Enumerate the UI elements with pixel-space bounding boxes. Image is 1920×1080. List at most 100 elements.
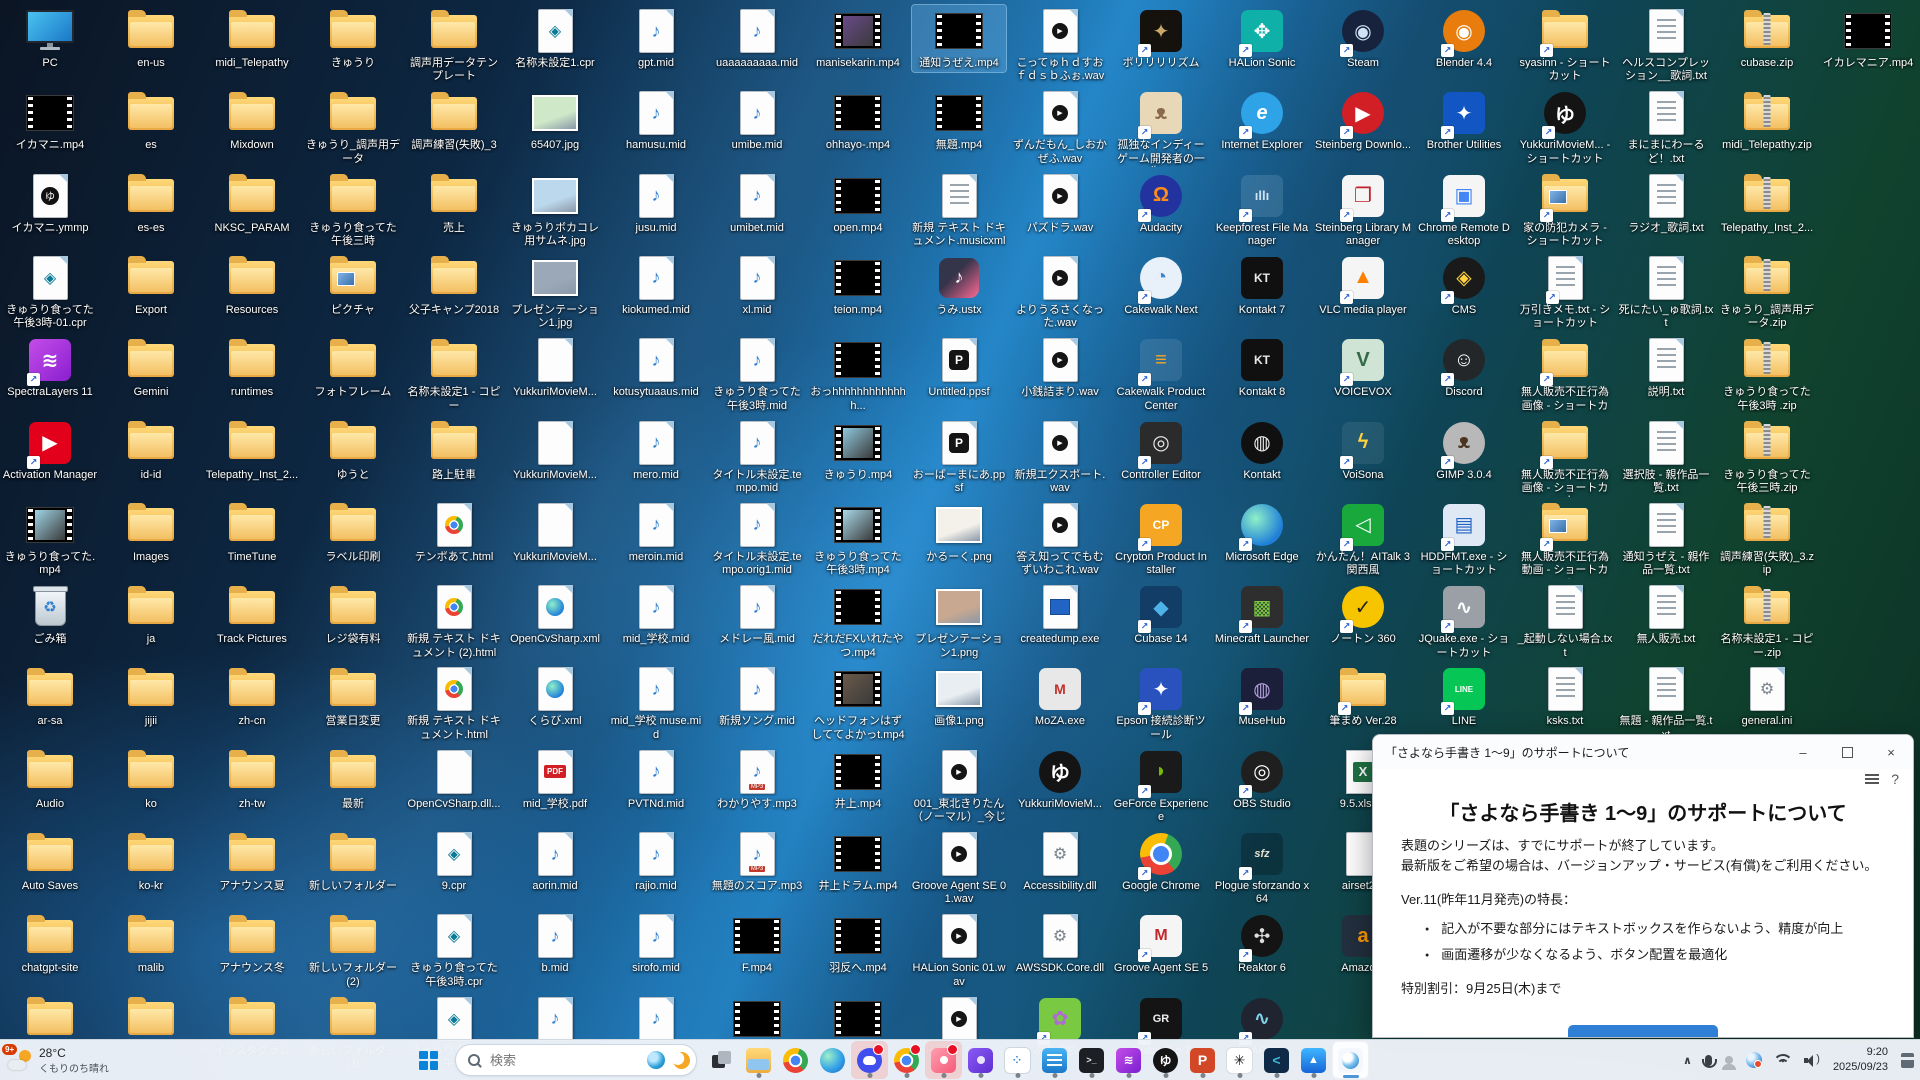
desktop-icon[interactable]: e↗Internet Explorer (1215, 87, 1309, 154)
desktop-icon[interactable]: 売上 (407, 170, 501, 237)
close-button[interactable]: × (1869, 735, 1913, 769)
taskbar-app-file-explorer[interactable] (740, 1041, 777, 1079)
desktop-icon[interactable]: ar-sa (3, 663, 97, 730)
desktop-icon[interactable]: ◎↗Controller Editor (1114, 417, 1208, 484)
desktop-icon[interactable]: ▶小銭詰まり.wav (1013, 334, 1107, 401)
desktop-icon[interactable]: ◉↗Blender 4.4 (1417, 5, 1511, 72)
desktop-icon[interactable]: ♪sirofo.mid (609, 910, 703, 977)
copilot-sphere-icon[interactable] (1746, 1052, 1762, 1068)
desktop-icon[interactable]: ♪meroin.mid (609, 499, 703, 566)
desktop-icon[interactable]: 名称未設定1 - コピー.zip (1720, 581, 1814, 662)
desktop-icon[interactable]: ♪b.mid (508, 910, 602, 977)
taskbar-app-chrome[interactable] (777, 1041, 814, 1079)
desktop-icon[interactable]: chatgpt-site (3, 910, 97, 977)
desktop-icon[interactable]: ja (104, 581, 198, 648)
desktop-icon[interactable]: ✥↗HALion Sonic (1215, 5, 1309, 72)
desktop-icon[interactable]: createdump.exe (1013, 581, 1107, 648)
desktop-icon[interactable]: 無題 - 親作品一覧.txt (1619, 663, 1713, 744)
desktop-icon[interactable]: ♪メドレー風.mid (710, 581, 804, 648)
desktop-icon[interactable]: ゆYukkuriMovieM... (1013, 746, 1107, 813)
taskbar-app-purple-app[interactable] (962, 1041, 999, 1079)
desktop-icon[interactable]: ▶Groove Agent SE 01.wav (912, 828, 1006, 909)
desktop-icon[interactable]: プレゼンテーション1.png (912, 581, 1006, 662)
desktop-icon[interactable]: 調声練習(失敗)_3 (407, 87, 501, 154)
desktop-icon[interactable]: ♪MP3わかりやす.mp3 (710, 746, 804, 813)
desktop-icon[interactable]: ヘルスコンプレッション__歌詞.txt (1619, 5, 1713, 86)
taskbar-app-terminal[interactable]: >_ (1073, 1041, 1110, 1079)
menu-icon[interactable] (1865, 774, 1879, 784)
desktop-icon[interactable]: ᴥ↗GIMP 3.0.4 (1417, 417, 1511, 484)
desktop-icon[interactable]: ▲↗VLC media player (1316, 252, 1410, 319)
desktop-icon[interactable]: 井上.mp4 (811, 746, 905, 813)
desktop-icon[interactable]: ksks.txt (1518, 663, 1612, 730)
desktop-icon[interactable]: ϟ↗VoiSona (1316, 417, 1410, 484)
desktop-icon[interactable]: きゅうり食ってた午後三時 (306, 170, 400, 251)
desktop-icon[interactable]: ◈9.cpr (407, 828, 501, 895)
desktop-icon[interactable]: ♪kiokumed.mid (609, 252, 703, 319)
desktop-icon[interactable]: ♪uaaaaaaaaa.mid (710, 5, 804, 72)
desktop-icon[interactable]: レジ袋有料 (306, 581, 400, 648)
desktop-icon[interactable]: ▶よりうるさくなった.wav (1013, 252, 1107, 333)
desktop-icon[interactable]: 調声練習(失敗)_3.zip (1720, 499, 1814, 580)
taskbar-app-discord[interactable] (851, 1041, 888, 1079)
desktop-icon[interactable]: きゅうり食ってた.mp4 (3, 499, 97, 580)
desktop-icon[interactable]: テンポあて.html (407, 499, 501, 566)
desktop-icon[interactable]: zh-cn (205, 663, 299, 730)
help-icon[interactable]: ? (1891, 771, 1899, 787)
desktop-icon[interactable]: Images (104, 499, 198, 566)
desktop-icon[interactable]: es (104, 87, 198, 154)
desktop-icon[interactable]: 新規 テキスト ドキュメント.html (407, 663, 501, 744)
desktop-icon[interactable]: 画像1.png (912, 663, 1006, 730)
desktop-icon[interactable]: 新しいフォルダー (2) (306, 910, 400, 991)
desktop-icon[interactable]: 無題.mp4 (912, 87, 1006, 154)
desktop-icon[interactable]: teion.mp4 (811, 252, 905, 319)
desktop-icon[interactable]: ♪umibet.mid (710, 170, 804, 237)
tray-clock[interactable]: 9:20 2025/09/23 (1833, 1045, 1888, 1075)
taskbar-app-grid-app[interactable]: ⁘ (999, 1041, 1036, 1079)
desktop-icon[interactable]: zh-tw (205, 746, 299, 813)
desktop-icon[interactable]: 新しいフォルダー (306, 828, 400, 895)
desktop-icon[interactable]: 父子キャンプ2018 (407, 252, 501, 319)
desktop-icon[interactable]: ♪新規ソング.mid (710, 663, 804, 730)
desktop-icon[interactable]: ▤↗HDDFMT.exe - ショートカット (1417, 499, 1511, 580)
desktop-icon[interactable]: NKSC_PARAM (205, 170, 299, 237)
desktop-icon[interactable]: ♪aorin.mid (508, 828, 602, 895)
taskbar-app-designer[interactable]: ▲ (1295, 1041, 1332, 1079)
taskbar-app-powerpoint[interactable]: P (1184, 1041, 1221, 1079)
ok-button[interactable] (1568, 1025, 1718, 1037)
desktop-icon[interactable]: Mixdown (205, 87, 299, 154)
desktop-icon[interactable]: きゅうりボカコレ用サムネ.jpg (508, 170, 602, 251)
desktop-icon[interactable]: ↗syasinn - ショートカット (1518, 5, 1612, 86)
desktop-icon[interactable]: 新規 テキスト ドキュメント.musicxml (912, 170, 1006, 251)
desktop-icon[interactable]: ↗無人販売不正行為動画 - ショートカット (1518, 499, 1612, 581)
desktop-icon[interactable]: きゅうり (306, 5, 400, 72)
desktop-icon[interactable]: ohhayo-.mp4 (811, 87, 905, 154)
desktop-icon[interactable]: ♪rajio.mid (609, 828, 703, 895)
taskbar-app-chrome-profile-2[interactable] (888, 1041, 925, 1079)
desktop-icon[interactable]: ❐↗Steinberg Library Manager (1316, 170, 1410, 251)
desktop-icon[interactable]: ◈きゅうり食ってた午後3時-01.cpr (3, 252, 97, 333)
desktop-icon[interactable]: ゆうと (306, 417, 400, 484)
desktop-icon[interactable]: midi_Telepathy.zip (1720, 87, 1814, 154)
accessibility-person-icon[interactable] (1725, 1056, 1733, 1064)
desktop-icon[interactable]: ✦↗Epson 接続診断ツール (1114, 663, 1208, 744)
desktop-icon[interactable]: KTKontakt 7 (1215, 252, 1309, 319)
desktop-icon[interactable]: プレゼンテーション1.jpg (508, 252, 602, 333)
desktop-icon[interactable]: PC (3, 5, 97, 72)
desktop-icon[interactable]: ↗万引きメモ.txt - ショートカット (1518, 252, 1612, 333)
desktop-icon[interactable]: ↗無人販売不正行為画像 - ショートカット (1518, 417, 1612, 499)
desktop-icon[interactable]: 名称未設定1 - コピー (407, 334, 501, 415)
desktop-icon[interactable]: malib (104, 910, 198, 977)
desktop-icon[interactable]: ko-kr (104, 828, 198, 895)
desktop-icon[interactable]: ≋↗SpectraLayers 11 (3, 334, 97, 401)
desktop-icon[interactable]: V↗VOICEVOX (1316, 334, 1410, 401)
search-box[interactable] (455, 1044, 697, 1076)
taskbar-app-cubase[interactable]: < (1258, 1041, 1295, 1079)
desktop-icon[interactable]: 最新 (306, 746, 400, 813)
ime-stamp-icon[interactable] (1901, 1053, 1914, 1068)
desktop-icon[interactable]: YukkuriMovieM... (508, 417, 602, 484)
desktop-icon[interactable]: ♪タイトル未設定.tempo.mid (710, 417, 804, 498)
desktop-icon[interactable]: アナウンス冬 (205, 910, 299, 977)
taskbar-app-chatgpt[interactable]: ✳ (1221, 1041, 1258, 1079)
desktop-icon[interactable]: en-us (104, 5, 198, 72)
